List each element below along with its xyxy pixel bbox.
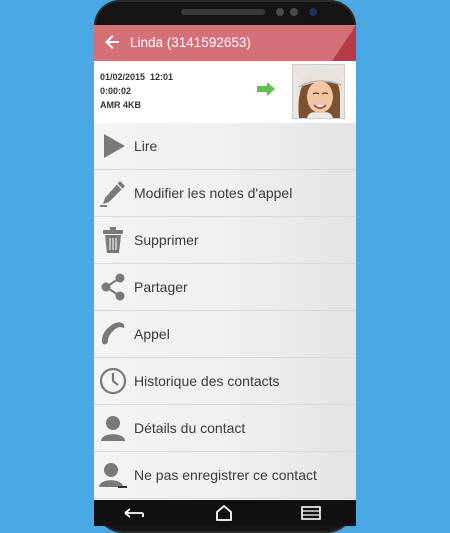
nav-back-icon[interactable] [121,503,147,523]
system-nav-bar [94,500,356,526]
share-icon [101,273,125,301]
screen: Linda (3141592653) 01/02/2015 12:01 0:00… [94,25,356,525]
action-menu: Lire Modifier les notes d'appel Supprime… [94,123,356,499]
menu-item-share[interactable]: Partager [94,264,356,311]
menu-item-call[interactable]: Appel [94,311,356,358]
menu-item-label: Modifier les notes d'appel [134,185,293,201]
contact-photo [292,64,345,119]
recording-duration: 0:00:02 [100,86,132,96]
menu-item-edit-notes[interactable]: Modifier les notes d'appel [94,170,356,217]
contact-title: Linda (3141592653) [130,35,251,50]
menu-item-label: Partager [134,279,188,295]
arrow-left-icon[interactable] [102,32,122,52]
recents-icon[interactable] [298,503,324,523]
menu-item-label: Supprimer [134,232,199,248]
menu-item-label: Ne pas enregistrer ce contact [134,467,317,483]
recording-datetime: 01/02/2015 12:01 [100,72,174,82]
menu-item-contact-history[interactable]: Historique des contacts [94,358,356,405]
menu-item-label: Lire [134,138,158,154]
menu-item-label: Historique des contacts [134,373,280,389]
front-camera [307,6,319,18]
menu-item-play[interactable]: Lire [94,123,356,170]
menu-item-label: Appel [134,326,170,342]
light-sensor [290,8,298,16]
menu-item-label: Détails du contact [134,420,246,436]
recording-info: 01/02/2015 12:01 0:00:02 AMR 4KB [94,61,356,124]
person-minus-icon [99,463,127,488]
pencil-icon [100,181,125,207]
menu-item-delete[interactable]: Supprimer [94,217,356,264]
home-icon[interactable] [211,503,237,523]
phone-icon [102,322,125,345]
clock-icon [99,367,127,395]
proximity-sensor [276,8,284,16]
trash-icon [103,227,123,253]
arrow-right-icon [257,82,275,96]
menu-item-do-not-record[interactable]: Ne pas enregistrer ce contact [94,452,356,499]
app-bar: Linda (3141592653) [94,25,356,61]
recording-format: AMR 4KB [100,100,142,110]
play-icon [104,134,125,158]
appbar-corner-accent [332,25,356,61]
menu-item-contact-details[interactable]: Détails du contact [94,405,356,452]
person-icon [101,416,125,441]
earpiece-speaker [181,9,265,15]
